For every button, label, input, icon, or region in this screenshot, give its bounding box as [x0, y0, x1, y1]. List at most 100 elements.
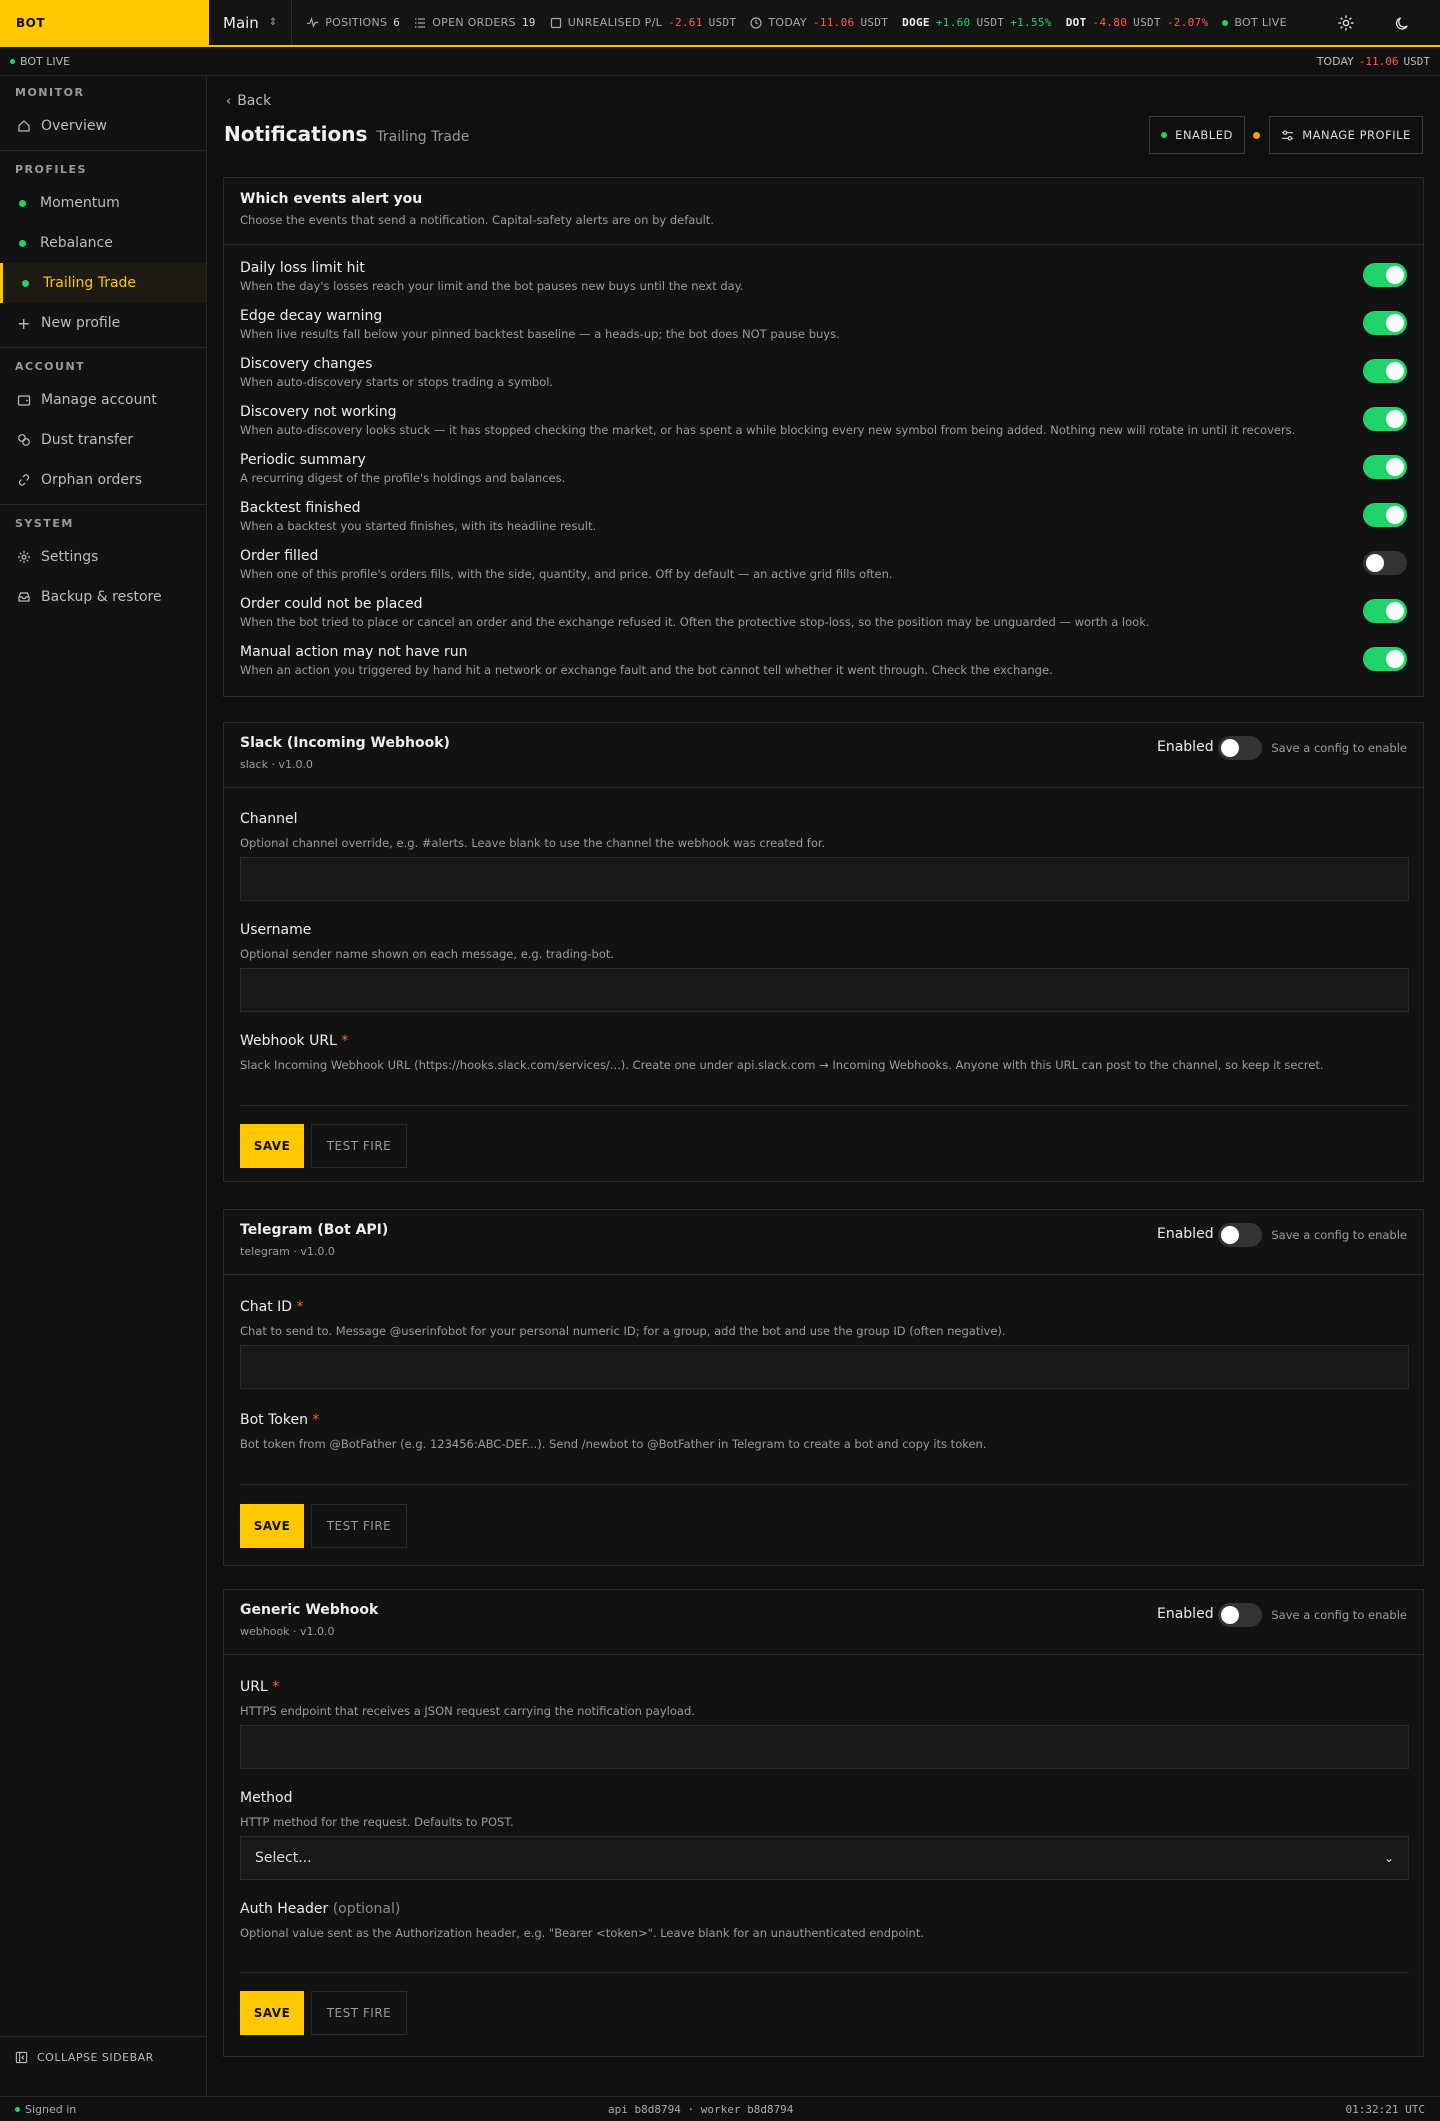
collapse-sidebar-button[interactable]: COLLAPSE SIDEBAR — [15, 2051, 154, 2064]
event-toggle[interactable] — [1363, 311, 1407, 335]
sidebar-item-rebalance[interactable]: Rebalance — [0, 223, 206, 263]
sidebar-item-dust-transfer[interactable]: Dust transfer — [0, 420, 206, 460]
method-help: HTTP method for the request. Defaults to… — [240, 1815, 514, 1829]
settings-gear-icon[interactable] — [1333, 10, 1359, 36]
home-icon — [18, 120, 30, 132]
event-toggle[interactable] — [1363, 503, 1407, 527]
event-row: Edge decay warning When live results fall… — [240, 308, 1390, 341]
sidebar-item-settings[interactable]: Settings — [0, 537, 206, 577]
webhook-url-label: Webhook URL * — [240, 1033, 349, 1049]
clock-icon — [750, 16, 762, 29]
sidebar-item-new-profile[interactable]: + New profile — [0, 303, 206, 343]
chevron-left-icon: ‹ — [226, 93, 232, 109]
chat-id-input[interactable] — [240, 1345, 1409, 1389]
chat-id-help: Chat to send to. Message @userinfobot fo… — [240, 1324, 1006, 1338]
event-title: Order filled — [240, 548, 319, 564]
telegram-enabled-label: Enabled — [1157, 1226, 1214, 1242]
chat-id-label: Chat ID * — [240, 1299, 304, 1315]
webhook-url-help: Slack Incoming Webhook URL (https://hook… — [240, 1058, 1324, 1072]
sidebar-item-orphan-orders[interactable]: Orphan orders — [0, 460, 206, 500]
status-dot — [19, 239, 26, 247]
open-orders-stat[interactable]: OPEN ORDERS 19 — [414, 16, 535, 29]
slack-test-fire-button[interactable]: TEST FIRE — [311, 1124, 407, 1168]
status-dot-amber — [1253, 132, 1260, 139]
gear-icon — [18, 551, 30, 563]
telegram-save-button[interactable]: SAVE — [240, 1504, 304, 1548]
slack-title: Slack (Incoming Webhook) — [240, 735, 450, 751]
slack-enabled-toggle[interactable] — [1218, 736, 1262, 760]
today-stat[interactable]: TODAY -11.06 USDT — [750, 16, 888, 29]
channel-label: Channel — [240, 811, 298, 827]
build-info: api b8d8794 · worker b8d8794 — [608, 2102, 794, 2116]
event-row: Order could not be placed When the bot tr… — [240, 596, 1390, 629]
webhook-title: Generic Webhook — [240, 1602, 379, 1618]
bot-token-help: Bot token from @BotFather (e.g. 123456:A… — [240, 1437, 987, 1451]
sidebar-item-trailing-trade[interactable]: Trailing Trade — [0, 263, 206, 303]
method-label: Method — [240, 1790, 293, 1806]
section-account: ACCOUNT — [15, 359, 86, 373]
webhook-card: Generic Webhook webhook · v1.0.0 Enabled… — [223, 1589, 1424, 2057]
event-row: Discovery not working When auto-discovery… — [240, 404, 1390, 437]
webhook-version: webhook · v1.0.0 — [240, 1625, 335, 1638]
workspace-selector[interactable]: Main ⇕ — [209, 0, 293, 45]
url-help: HTTPS endpoint that receives a JSON requ… — [240, 1704, 695, 1718]
username-label: Username — [240, 922, 312, 938]
events-desc: Choose the events that send a notificati… — [240, 213, 714, 227]
clock: 01:32:21 UTC — [1345, 2102, 1425, 2116]
event-desc: When auto-discovery looks stuck — it has… — [240, 423, 1296, 437]
event-toggle[interactable] — [1363, 647, 1407, 671]
sidebar-item-manage-account[interactable]: Manage account — [0, 380, 206, 420]
sidebar-item-momentum[interactable]: Momentum — [0, 183, 206, 223]
sidebar-item-overview[interactable]: Overview — [0, 106, 206, 146]
required-asterisk: * — [341, 1033, 349, 1049]
event-row: Periodic summary A recurring digest of th… — [240, 452, 1390, 485]
wallet-icon — [550, 17, 561, 28]
archive-icon — [18, 592, 30, 602]
telegram-card: Telegram (Bot API) telegram · v1.0.0 Ena… — [223, 1209, 1424, 1566]
slack-save-button[interactable]: SAVE — [240, 1124, 304, 1168]
workspace-name: Main — [223, 13, 259, 32]
chevron-updown-icon: ⇕ — [268, 17, 278, 28]
method-select[interactable]: Select... ⌄ — [240, 1836, 1409, 1880]
event-title: Order could not be placed — [240, 596, 423, 612]
doge-ticker[interactable]: DOGE +1.60 USDT +1.55% — [902, 16, 1052, 29]
sidebar-item-backup-restore[interactable]: Backup & restore — [0, 577, 206, 617]
event-toggle[interactable] — [1363, 407, 1407, 431]
webhook-enabled-toggle[interactable] — [1218, 1603, 1262, 1627]
channel-input[interactable] — [240, 857, 1409, 901]
enabled-badge: ENABLED — [1149, 116, 1245, 154]
event-toggle[interactable] — [1363, 359, 1407, 383]
sidebar: MONITOR Overview PROFILES Momentum Rebal… — [0, 76, 207, 2096]
event-desc: When the day's losses reach your limit a… — [240, 279, 744, 293]
telegram-version: telegram · v1.0.0 — [240, 1245, 335, 1258]
url-input[interactable] — [240, 1725, 1409, 1769]
event-title: Backtest finished — [240, 500, 361, 516]
events-card: Which events alert you Choose the events… — [223, 177, 1424, 697]
dot-ticker[interactable]: DOT -4.80 USDT -2.07% — [1066, 16, 1209, 29]
event-toggle[interactable] — [1363, 551, 1407, 575]
event-toggle[interactable] — [1363, 599, 1407, 623]
live-dot — [10, 58, 15, 64]
enabled-dot — [1161, 132, 1168, 138]
subbar-live: BOT LIVE — [10, 55, 70, 68]
wallet-icon — [17, 395, 31, 406]
event-title: Discovery not working — [240, 404, 397, 420]
auth-header-help: Optional value sent as the Authorization… — [240, 1926, 925, 1940]
logo[interactable]: BOT — [0, 0, 209, 45]
telegram-test-fire-button[interactable]: TEST FIRE — [311, 1504, 407, 1548]
username-input[interactable] — [240, 968, 1409, 1012]
back-link[interactable]: ‹ Back — [226, 93, 271, 109]
event-toggle[interactable] — [1363, 455, 1407, 479]
event-toggle[interactable] — [1363, 263, 1407, 287]
webhook-save-button[interactable]: SAVE — [240, 1991, 304, 2035]
list-icon — [415, 17, 426, 28]
events-title: Which events alert you — [240, 191, 423, 207]
theme-moon-icon[interactable] — [1389, 10, 1415, 36]
manage-profile-button[interactable]: MANAGE PROFILE — [1269, 116, 1423, 154]
positions-stat[interactable]: POSITIONS 6 — [306, 16, 400, 29]
bot-token-label: Bot Token * — [240, 1412, 320, 1428]
telegram-enabled-toggle[interactable] — [1218, 1223, 1262, 1247]
unrealised-pl-stat[interactable]: UNREALISED P/L -2.61 USDT — [550, 16, 737, 29]
event-title: Daily loss limit hit — [240, 260, 365, 276]
webhook-test-fire-button[interactable]: TEST FIRE — [311, 1991, 407, 2035]
